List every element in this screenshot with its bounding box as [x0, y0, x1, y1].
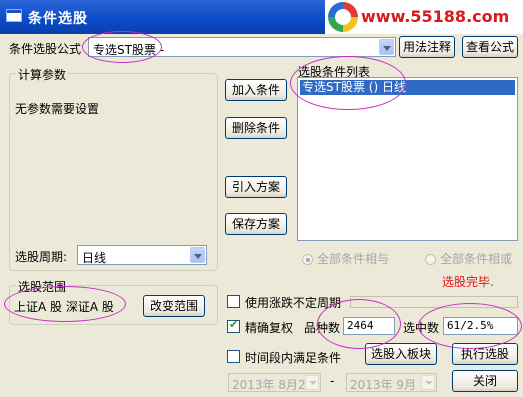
chevron-down-icon[interactable] — [305, 375, 319, 390]
annotation-oval — [290, 56, 406, 110]
chevron-down-icon[interactable] — [421, 375, 435, 390]
annotation-oval — [82, 31, 162, 63]
variable-period-checkbox[interactable] — [227, 295, 240, 308]
date-from-select[interactable]: 2013年 8月2 — [228, 373, 321, 392]
date-range-label: 时间段内满足条件 — [245, 351, 342, 365]
add-condition-button[interactable]: 加入条件 — [225, 79, 287, 101]
usage-notes-button[interactable]: 用法注释 — [399, 36, 455, 58]
period-select-value: 日线 — [82, 251, 107, 265]
precise-restore-label: 精确复权 — [245, 321, 294, 335]
date-separator: - — [330, 374, 335, 388]
annotation-oval — [4, 286, 126, 322]
formula-label: 条件选股公式 — [9, 42, 82, 56]
radio-all-and[interactable]: 全部条件相与 — [302, 250, 389, 267]
date-range-checkbox[interactable] — [227, 350, 240, 363]
params-group-title: 计算参数 — [16, 66, 69, 83]
radio-circle-icon[interactable] — [425, 254, 436, 265]
view-formula-button[interactable]: 查看公式 — [462, 36, 518, 58]
radio-all-and-label: 全部条件相与 — [317, 252, 390, 266]
radio-all-or-label: 全部条件相或 — [440, 252, 513, 266]
annotation-oval — [418, 303, 522, 349]
swirl-logo-icon — [328, 2, 358, 32]
close-button[interactable]: 关闭 — [452, 370, 518, 392]
status-text: 选股完毕. — [442, 275, 494, 289]
params-message: 无参数需要设置 — [15, 102, 100, 116]
date-to-value: 2013年 9月 — [350, 378, 416, 392]
date-to-select[interactable]: 2013年 9月 — [346, 373, 437, 392]
watermark-url: www.55188.com — [361, 7, 510, 26]
window-title: 条件选股 — [28, 11, 88, 27]
change-range-button[interactable]: 改变范围 — [143, 295, 205, 317]
radio-all-or[interactable]: 全部条件相或 — [425, 250, 512, 267]
delete-condition-button[interactable]: 删除条件 — [225, 117, 287, 139]
date-from-value: 2013年 8月2 — [232, 378, 306, 392]
radio-circle-icon[interactable] — [302, 254, 313, 265]
chevron-down-icon[interactable] — [379, 39, 394, 55]
condition-stock-picker-window: 条件选股 www.55188.com 条件选股公式 专选ST股票 - 用法注释 … — [0, 0, 523, 397]
watermark-logo: www.55188.com — [325, 0, 523, 34]
precise-restore-checkbox[interactable] — [227, 318, 240, 333]
window-icon — [6, 9, 22, 22]
chevron-down-icon[interactable] — [190, 247, 205, 263]
save-plan-button[interactable]: 保存方案 — [225, 213, 287, 235]
period-label: 选股周期: — [15, 250, 68, 264]
annotation-oval — [317, 299, 401, 349]
period-select[interactable]: 日线 — [77, 245, 207, 265]
params-group: 计算参数 无参数需要设置 选股周期: 日线 — [9, 66, 218, 271]
import-plan-button[interactable]: 引入方案 — [225, 176, 287, 198]
